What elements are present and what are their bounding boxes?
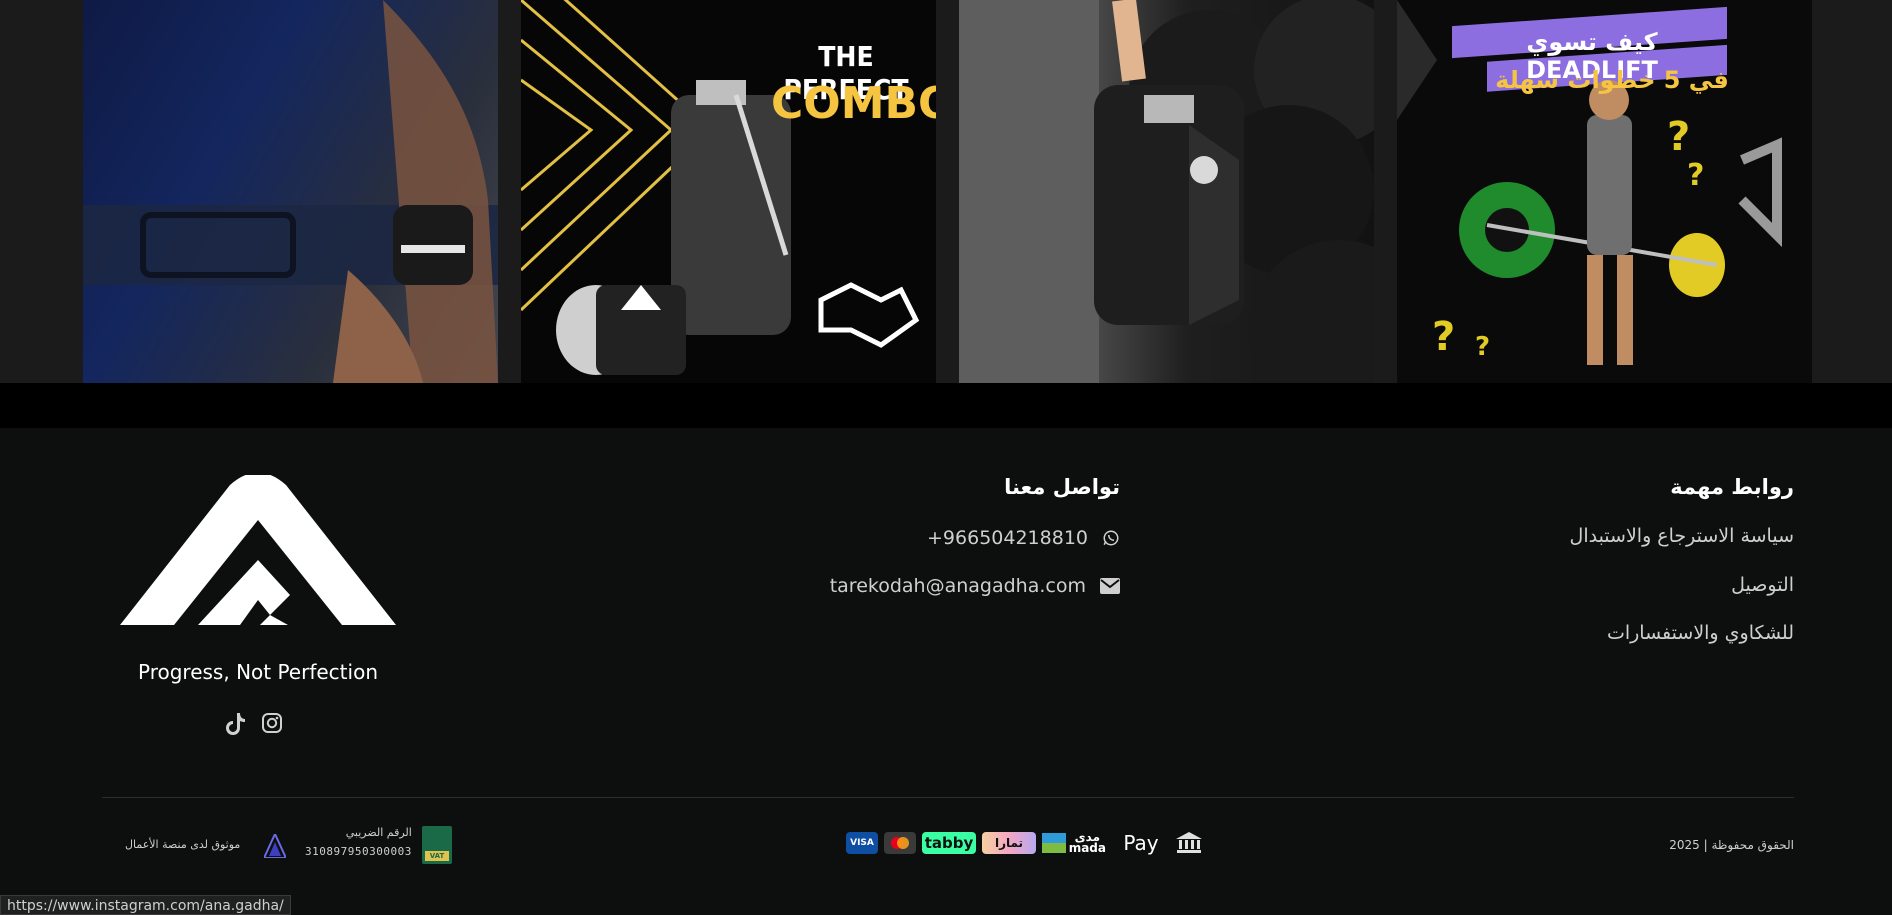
gallery-image-deadlift[interactable]: ? ? ? ? كيف تسوي DEADLIFT في 5 خطوات سهل…: [1397, 0, 1812, 383]
bottle-rack-photo: [959, 0, 1374, 383]
belt-wrist-photo: [83, 0, 498, 383]
svg-text:?: ?: [1687, 158, 1704, 193]
apple-pay-icon: Pay: [1123, 831, 1159, 855]
copyright-text: الحقوق محفوظة | 2025: [1669, 838, 1794, 852]
mada-icon: مدى mada: [1042, 831, 1106, 854]
phone-link[interactable]: +966504218810: [927, 527, 1120, 549]
gallery-image-belt[interactable]: [83, 0, 498, 383]
email-link[interactable]: tarekodah@anagadha.com: [830, 575, 1120, 597]
payment-methods: VISA tabby تمارا مدى mada Pay: [846, 831, 1202, 855]
link-return-policy[interactable]: سياسة الاسترجاع والاستبدال: [1570, 525, 1794, 547]
whatsapp-icon: [1103, 530, 1119, 546]
instagram-icon: [262, 713, 282, 733]
brand-tagline: Progress, Not Perfection: [138, 660, 378, 684]
instagram-gallery: THE PERFECT COMBO: [0, 0, 1892, 383]
footer-divider: [102, 797, 1794, 798]
status-bar-url: https://www.instagram.com/ana.gadha/: [0, 895, 291, 915]
bank-transfer-icon: [1176, 832, 1202, 853]
envelope-icon: [1100, 578, 1120, 594]
svg-text:?: ?: [1432, 314, 1455, 360]
instagram-link[interactable]: [262, 713, 282, 739]
link-complaints[interactable]: للشكاوي والاستفسارات: [1607, 622, 1794, 644]
links-title: روابط مهمة: [1670, 475, 1794, 499]
mastercard-icon: [884, 832, 916, 854]
vat-badge: VAT: [422, 826, 452, 864]
business-platform-icon: [264, 834, 286, 858]
tiktok-icon: [226, 713, 245, 735]
vat-label: VAT: [425, 851, 449, 861]
verified-business-text: موثوق لدى منصة الأعمال: [125, 838, 241, 851]
brand-logo: [120, 475, 396, 625]
visa-icon: VISA: [846, 832, 878, 854]
gallery-image-bottle[interactable]: [959, 0, 1374, 383]
section-separator: [0, 383, 1892, 428]
social-links: [226, 713, 282, 739]
contact-title: تواصل معنا: [1004, 475, 1120, 499]
email-address: tarekodah@anagadha.com: [829, 575, 1086, 597]
tiktok-link[interactable]: [226, 713, 246, 739]
svg-text:?: ?: [1475, 332, 1490, 362]
gallery-image-combo[interactable]: THE PERFECT COMBO: [521, 0, 936, 383]
tamara-icon: تمارا: [982, 832, 1036, 854]
tax-info: الرقم الضريبي 310897950300003: [305, 826, 412, 858]
tabby-icon: tabby: [922, 832, 976, 854]
deadlift-line-2: في 5 خطوات سهلة: [1495, 66, 1729, 94]
tax-number: 310897950300003: [305, 845, 412, 858]
svg-text:?: ?: [1667, 114, 1690, 160]
site-footer: روابط مهمة سياسة الاسترجاع والاستبدال ال…: [0, 428, 1892, 915]
link-delivery[interactable]: التوصيل: [1731, 574, 1794, 596]
tax-label: الرقم الضريبي: [345, 826, 412, 839]
phone-number: +966504218810: [927, 527, 1088, 549]
combo-line-2: COMBO: [771, 78, 936, 129]
